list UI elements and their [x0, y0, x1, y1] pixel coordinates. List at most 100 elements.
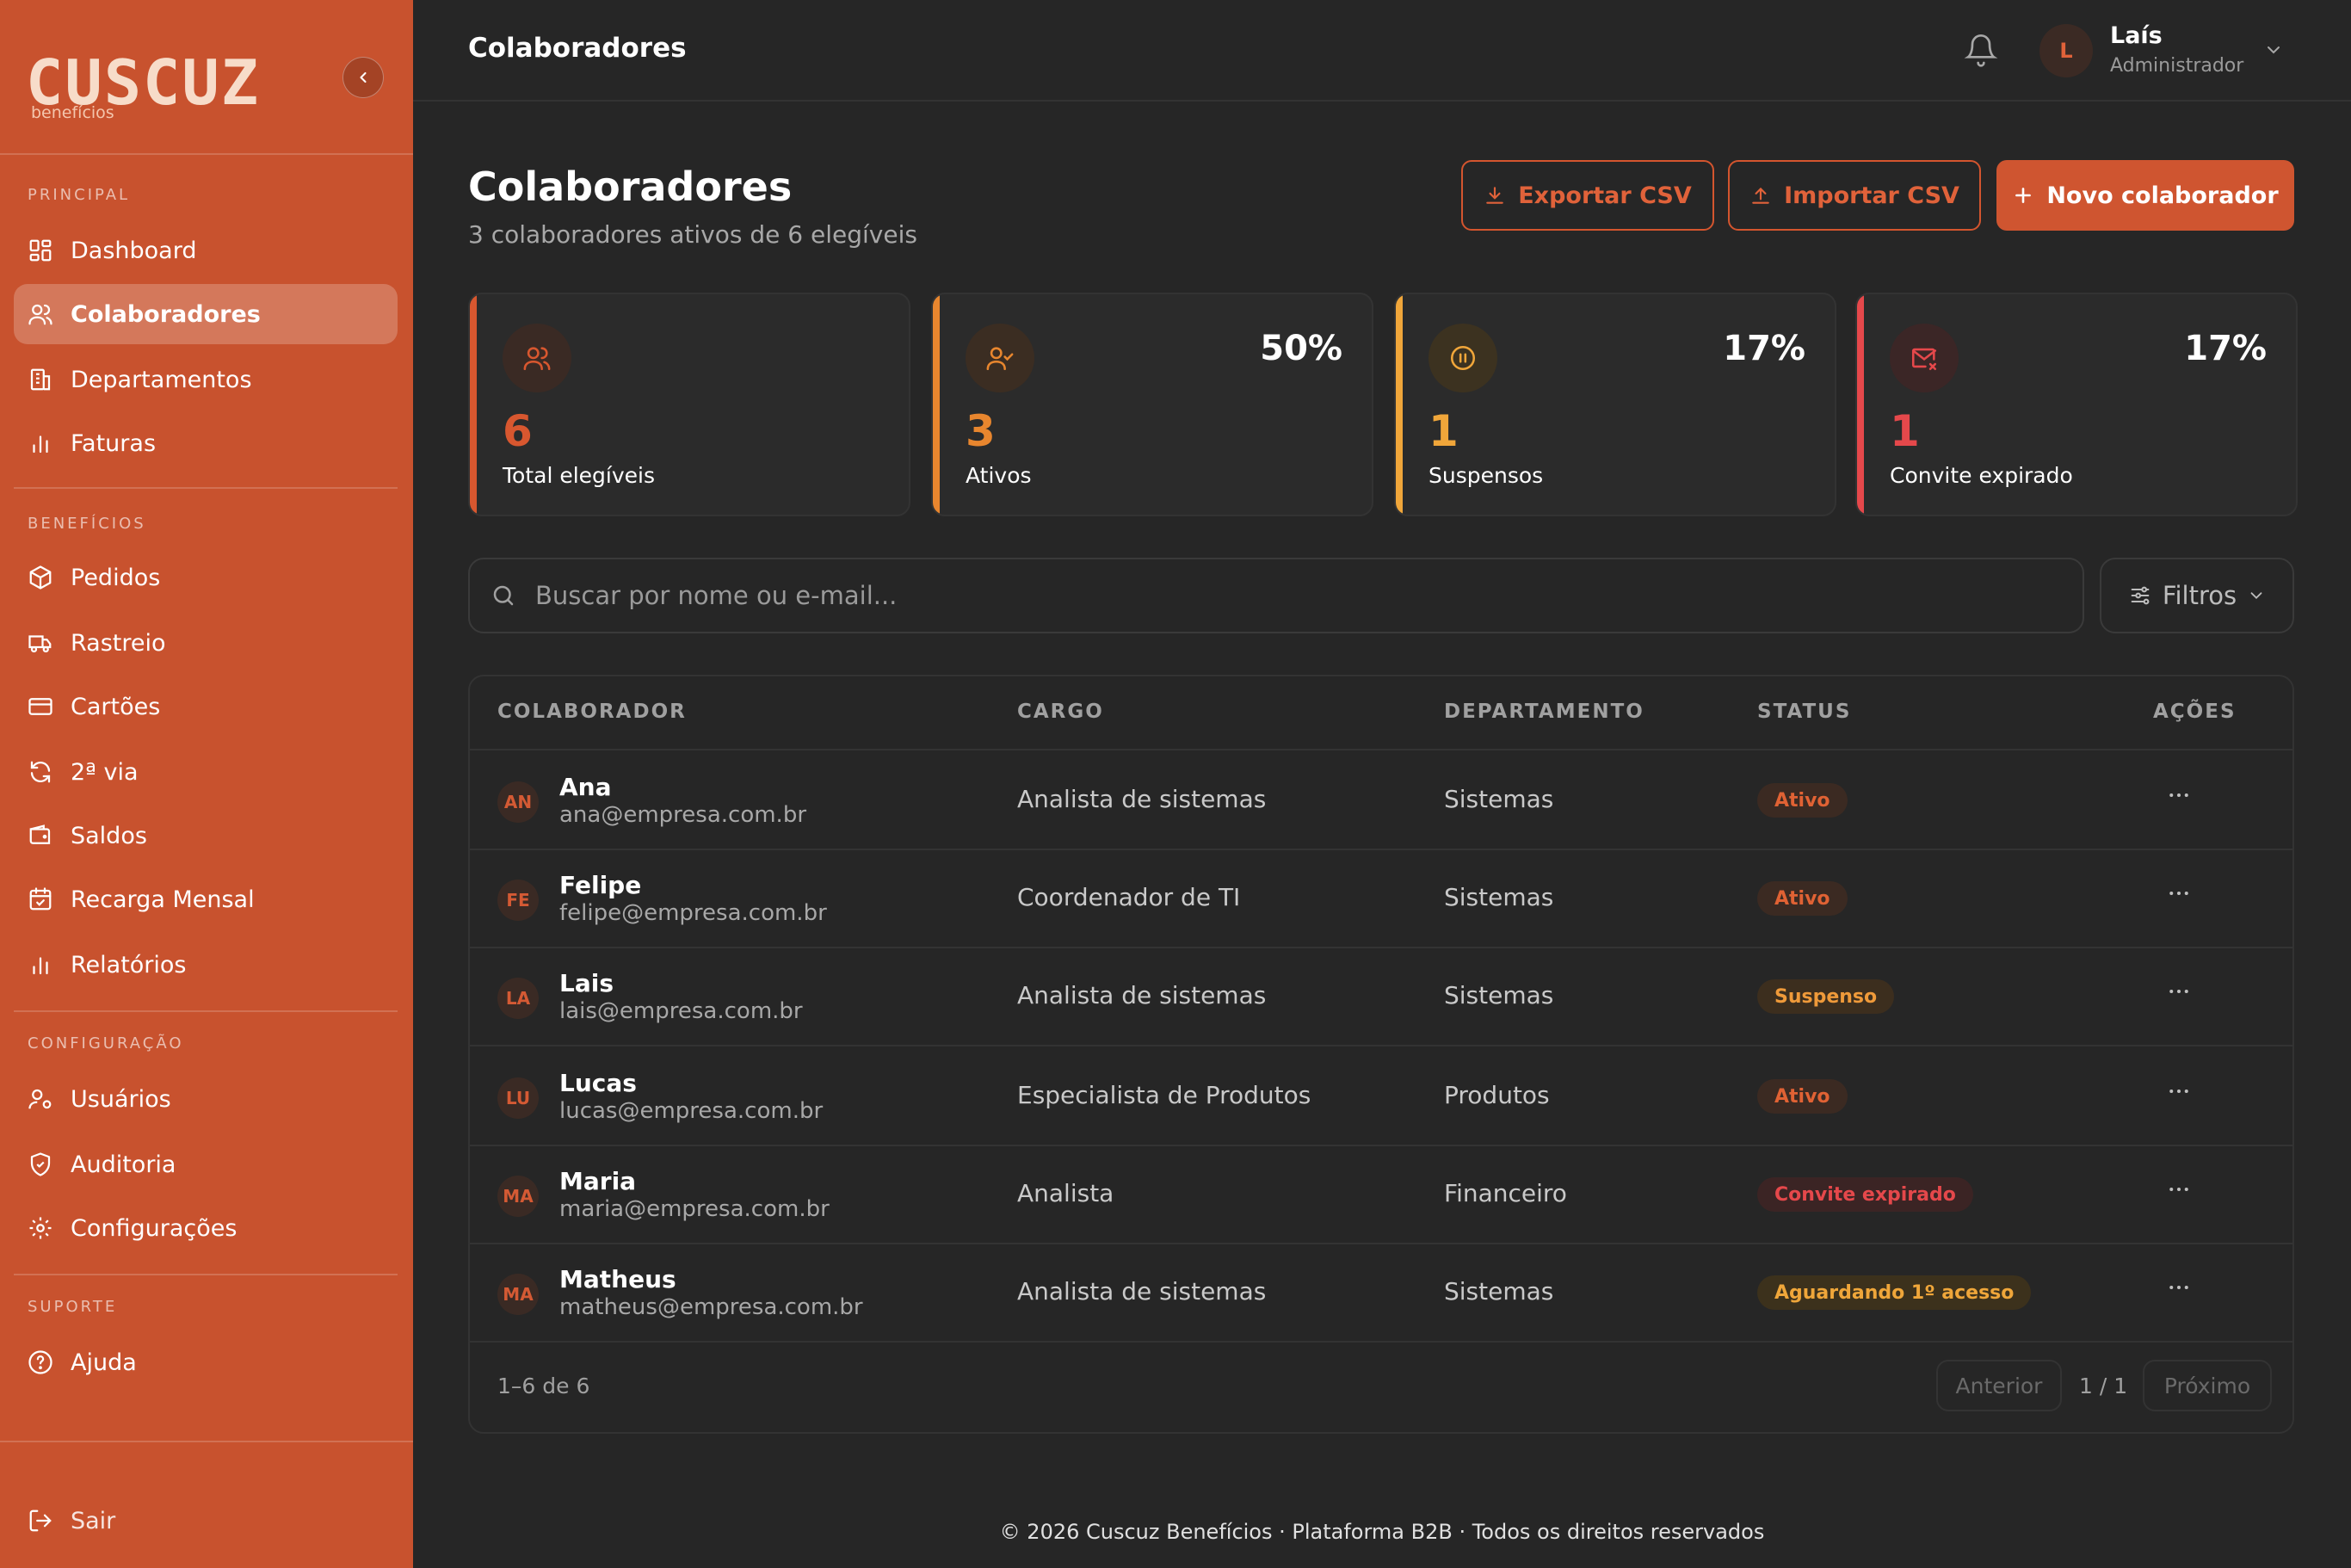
row-name: Felipe	[559, 871, 642, 899]
table-row[interactable]: MA Maria maria@empresa.com.br Analista F…	[470, 1145, 2292, 1243]
row-avatar: MA	[497, 1274, 539, 1315]
sidebar-item-usuarios[interactable]: Usuários	[14, 1069, 398, 1129]
row-actions-button[interactable]	[2160, 776, 2198, 814]
plus-icon	[2015, 188, 2032, 203]
upload-icon	[1752, 187, 1769, 204]
user-menu-toggle[interactable]	[2263, 40, 2284, 60]
row-avatar: FE	[497, 880, 539, 921]
sidebar-item-pedidos[interactable]: Pedidos	[14, 547, 398, 608]
sidebar-item-auditoria[interactable]: Auditoria	[14, 1134, 398, 1195]
calendar-check-icon	[29, 887, 52, 911]
sidebar-item-label: Relatórios	[71, 951, 187, 978]
column-header-acoes: AÇÕES	[2153, 701, 2237, 723]
new-colaborador-button[interactable]: Novo colaborador	[1996, 160, 2294, 231]
row-department: Sistemas	[1444, 883, 1554, 911]
sidebar-item-cartoes[interactable]: Cartões	[14, 676, 398, 737]
user-gear-icon	[28, 1089, 52, 1109]
sliders-icon	[2131, 586, 2150, 605]
topbar-title: Colaboradores	[468, 33, 687, 64]
sidebar-item-recarga-mensal[interactable]: Recarga Mensal	[14, 869, 398, 929]
import-csv-button[interactable]: Importar CSV	[1728, 160, 1981, 231]
row-name: Lucas	[559, 1069, 637, 1097]
truck-icon	[28, 635, 52, 653]
column-header-colaborador[interactable]: COLABORADOR	[497, 701, 687, 723]
wallet-icon	[29, 824, 51, 844]
user-avatar[interactable]: L	[2039, 24, 2093, 77]
sidebar-item-faturas[interactable]: Faturas	[14, 413, 398, 473]
table-row[interactable]: FE Felipe felipe@empresa.com.br Coordena…	[470, 849, 2292, 947]
page-footer: © 2026 Cuscuz Benefícios · Plataforma B2…	[999, 1520, 1765, 1544]
row-name: Matheus	[559, 1265, 676, 1293]
stat-value: 3	[966, 406, 996, 456]
notifications-button[interactable]	[1964, 33, 1998, 67]
column-header-departamento[interactable]: DEPARTAMENTO	[1444, 701, 1644, 723]
row-actions-button[interactable]	[2160, 1170, 2198, 1208]
table-row[interactable]: MA Matheus matheus@empresa.com.br Analis…	[470, 1243, 2292, 1341]
sidebar-item-relatorios[interactable]: Relatórios	[14, 935, 398, 995]
row-actions-button[interactable]	[2160, 874, 2198, 912]
sidebar-item-rastreio[interactable]: Rastreio	[14, 613, 398, 673]
stat-icon-wrap	[1890, 324, 1959, 392]
import-csv-label: Importar CSV	[1784, 182, 1959, 209]
status-badge: Ativo	[1757, 783, 1848, 818]
sidebar-item-label: Departamentos	[71, 366, 252, 393]
row-divider	[470, 1341, 2292, 1343]
sidebar-item-segunda-via[interactable]: 2ª via	[14, 742, 398, 802]
sidebar-item-label: Recarga Mensal	[71, 886, 255, 913]
row-name: Ana	[559, 773, 612, 801]
colaboradores-table: COLABORADOR CARGO DEPARTAMENTO STATUS AÇ…	[468, 675, 2294, 1434]
filters-button[interactable]: Filtros	[2100, 558, 2294, 633]
table-row[interactable]: LU Lucas lucas@empresa.com.br Especialis…	[470, 1046, 2292, 1145]
export-csv-button[interactable]: Exportar CSV	[1461, 160, 1714, 231]
column-header-status[interactable]: STATUS	[1757, 701, 1851, 723]
page-title: Colaboradores	[468, 164, 793, 210]
sidebar-item-colaboradores[interactable]: Colaboradores	[14, 284, 398, 344]
row-actions-button[interactable]	[2160, 1072, 2198, 1110]
column-header-cargo[interactable]: CARGO	[1017, 701, 1104, 723]
row-actions-button[interactable]	[2160, 1269, 2198, 1306]
pagination-next-button[interactable]: Próximo	[2143, 1360, 2272, 1411]
stat-label: Convite expirado	[1890, 463, 2073, 488]
stat-percentage: 17%	[2184, 329, 2267, 368]
pagination-prev-button[interactable]: Anterior	[1936, 1360, 2062, 1411]
row-email: lucas@empresa.com.br	[559, 1098, 824, 1124]
collapse-sidebar-button[interactable]	[342, 57, 384, 98]
sidebar-item-label: Dashboard	[71, 237, 197, 264]
sidebar-divider	[0, 153, 413, 155]
row-avatar: AN	[497, 781, 539, 823]
user-role: Administrador	[2110, 55, 2244, 77]
row-email: felipe@empresa.com.br	[559, 900, 827, 926]
stat-card-total: 6 Total elegíveis	[468, 293, 910, 516]
search-input[interactable]	[535, 581, 1998, 610]
sidebar-item-saldos[interactable]: Saldos	[14, 806, 398, 866]
sidebar-item-label: Configurações	[71, 1214, 238, 1242]
status-badge: Ativo	[1757, 881, 1848, 916]
download-icon	[1486, 187, 1503, 204]
section-label-configuracao: CONFIGURAÇÃO	[28, 1034, 184, 1053]
sidebar-item-dashboard[interactable]: Dashboard	[14, 220, 398, 281]
sidebar-item-label: Usuários	[71, 1085, 171, 1113]
row-cargo: Analista de sistemas	[1017, 1277, 1267, 1306]
sidebar-item-departamentos[interactable]: Departamentos	[14, 349, 398, 410]
brand-logo[interactable]: CUSCUZ benefícios	[26, 24, 258, 127]
row-actions-button[interactable]	[2160, 972, 2198, 1010]
row-avatar: LU	[497, 1077, 539, 1119]
table-row[interactable]: AN Ana ana@empresa.com.br Analista de si…	[470, 750, 2292, 849]
sidebar-item-ajuda[interactable]: Ajuda	[14, 1332, 398, 1392]
sidebar-divider	[0, 1441, 413, 1442]
bar-chart-icon	[33, 435, 48, 454]
stat-label: Total elegíveis	[503, 463, 656, 488]
sidebar-item-configuracoes[interactable]: Configurações	[14, 1198, 398, 1258]
table-row[interactable]: LA Lais lais@empresa.com.br Analista de …	[470, 947, 2292, 1045]
help-circle-icon	[28, 1350, 52, 1374]
more-horizontal-icon	[2169, 990, 2188, 993]
sidebar-item-label: 2ª via	[71, 758, 139, 786]
user-name[interactable]: Laís	[2110, 22, 2163, 49]
new-colaborador-label: Novo colaborador	[2046, 182, 2279, 209]
sidebar-item-label: Saldos	[71, 822, 147, 849]
row-department: Produtos	[1444, 1081, 1550, 1109]
status-badge: Ativo	[1757, 1079, 1848, 1114]
search-bar	[468, 558, 2084, 633]
row-cargo: Coordenador de TI	[1017, 883, 1241, 911]
logout-button[interactable]: Sair	[14, 1491, 398, 1551]
